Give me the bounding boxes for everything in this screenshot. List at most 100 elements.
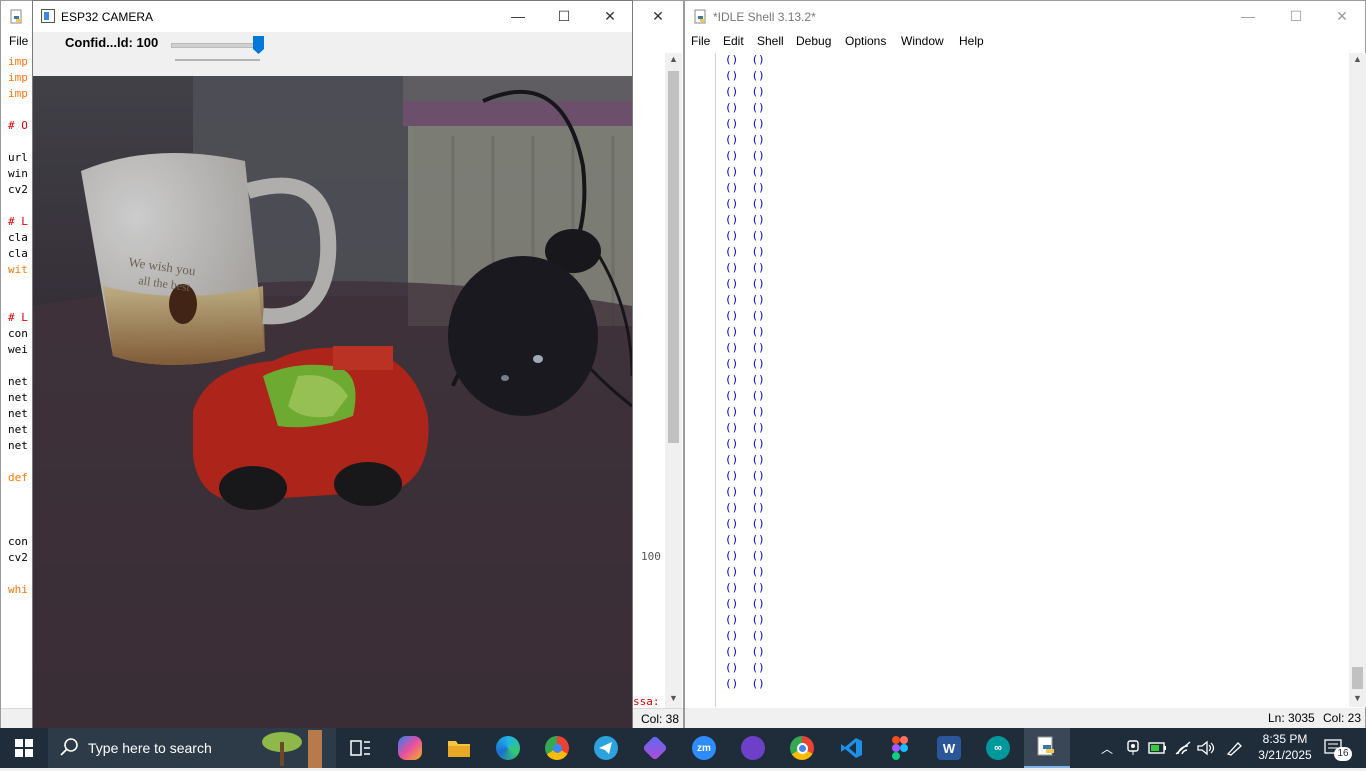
shell-scroll-thumb[interactable] xyxy=(1352,667,1363,689)
editor-text-fragment-bottom: ssa: xyxy=(633,695,660,708)
code-line: con xyxy=(8,327,28,340)
shell-output-line: () () xyxy=(725,261,765,274)
menu-help[interactable]: Help xyxy=(959,34,984,48)
trackbar-track[interactable] xyxy=(171,43,263,48)
code-line: cla xyxy=(8,247,28,260)
shell-output-line: () () xyxy=(725,229,765,242)
file-explorer-icon[interactable] xyxy=(439,733,479,763)
window-app-icon xyxy=(41,9,55,26)
github-desktop-icon[interactable] xyxy=(733,733,773,763)
shell-output-line: () () xyxy=(725,517,765,530)
copilot-icon[interactable] xyxy=(390,733,430,763)
zoom-icon[interactable]: zm xyxy=(684,733,724,763)
taskbar: Type here to search zm W ∞ ︿ 8:35 PM 3/2… xyxy=(0,728,1366,768)
vscode-icon[interactable] xyxy=(831,733,871,763)
code-line: wei xyxy=(8,343,28,356)
shell-output-line: () () xyxy=(725,629,765,642)
code-line: whi xyxy=(8,583,28,596)
shell-output-line: () () xyxy=(725,485,765,498)
shell-output-line: () () xyxy=(725,373,765,386)
telegram-icon[interactable] xyxy=(586,733,626,763)
code-line: # L xyxy=(8,311,28,324)
shell-output-line: () () xyxy=(725,357,765,370)
task-view-icon[interactable] xyxy=(340,733,380,763)
editor-menu-file[interactable]: File xyxy=(9,34,28,48)
editor-scroll-thumb[interactable] xyxy=(668,71,679,443)
edge-icon[interactable] xyxy=(488,733,528,763)
chrome-icon[interactable] xyxy=(782,733,822,763)
windows-start-button[interactable] xyxy=(4,733,44,763)
menu-options[interactable]: Options xyxy=(845,34,886,48)
shell-output-line: () () xyxy=(725,69,765,82)
scroll-up-arrow-icon[interactable]: ▲ xyxy=(669,54,678,64)
webcam-icon[interactable] xyxy=(1126,740,1140,759)
shell-output-line: () () xyxy=(725,277,765,290)
shell-output-area[interactable]: () () () () () () () () () () () () () () () ()… xyxy=(717,53,1347,707)
shell-output-line: () () xyxy=(725,501,765,514)
shell-output-line: () () xyxy=(725,213,765,226)
menu-edit[interactable]: Edit xyxy=(723,34,744,48)
maximize-button[interactable]: ☐ xyxy=(541,1,587,31)
scroll-down-arrow-icon[interactable]: ▼ xyxy=(1353,693,1362,703)
shell-status-line: Ln: 3035 xyxy=(1268,711,1315,725)
shell-vertical-scrollbar[interactable] xyxy=(1349,53,1366,707)
code-line: net xyxy=(8,391,28,404)
python-idle-icon xyxy=(693,9,709,28)
shell-titlebar[interactable]: *IDLE Shell 3.13.2* — ☐ ✕ xyxy=(685,1,1365,31)
shell-output-line: () () xyxy=(725,53,765,66)
shell-output-line: () () xyxy=(725,533,765,546)
trackbar-scale xyxy=(175,59,260,61)
system-clock[interactable]: 8:35 PM 3/21/2025 xyxy=(1254,731,1316,763)
shell-close-button[interactable]: ✕ xyxy=(1319,1,1365,31)
code-line: imp xyxy=(8,87,28,100)
shell-maximize-button[interactable]: ☐ xyxy=(1273,1,1319,31)
python-idle-taskbar-icon[interactable] xyxy=(1024,728,1070,768)
volume-icon[interactable] xyxy=(1197,740,1215,759)
clock-date: 3/21/2025 xyxy=(1258,748,1312,762)
shell-output-line: () () xyxy=(725,165,765,178)
code-line: imp xyxy=(8,55,28,68)
scroll-up-arrow-icon[interactable]: ▲ xyxy=(1353,54,1362,64)
shell-output-line: () () xyxy=(725,597,765,610)
word-icon[interactable]: W xyxy=(929,733,969,763)
menu-window[interactable]: Window xyxy=(901,34,944,48)
scroll-down-arrow-icon[interactable]: ▼ xyxy=(669,693,678,703)
menu-file[interactable]: File xyxy=(691,34,710,48)
pen-icon[interactable] xyxy=(1225,740,1243,759)
chevron-up-icon[interactable]: ︿ xyxy=(1101,740,1113,757)
camera-window-title: ESP32 CAMERA xyxy=(61,10,154,24)
idle-shell-window[interactable]: *IDLE Shell 3.13.2* — ☐ ✕ File Edit Shel… xyxy=(684,0,1366,728)
arduino-icon[interactable]: ∞ xyxy=(978,733,1018,763)
code-line: imp xyxy=(8,71,28,84)
shell-output-line: () () xyxy=(725,133,765,146)
menu-shell[interactable]: Shell xyxy=(757,34,784,48)
figma-icon[interactable] xyxy=(880,733,920,763)
close-button[interactable]: ✕ xyxy=(587,1,633,31)
editor-close-button[interactable]: ✕ xyxy=(635,1,681,31)
shell-gutter xyxy=(685,53,716,707)
confidence-trackbar-panel: Confid...ld: 100 xyxy=(33,32,632,75)
shell-output-line: () () xyxy=(725,181,765,194)
battery-icon[interactable] xyxy=(1148,741,1168,758)
shell-output-line: () () xyxy=(725,613,765,626)
camera-feed-image: We wish you all the best xyxy=(33,76,632,728)
code-line: net xyxy=(8,423,28,436)
menu-debug[interactable]: Debug xyxy=(796,34,831,48)
shell-output-line: () () xyxy=(725,309,765,322)
code-line: # O xyxy=(8,119,28,132)
chrome-profile-icon[interactable] xyxy=(537,733,577,763)
camera-window[interactable]: ESP32 CAMERA — ☐ ✕ Confid...ld: 100 We w… xyxy=(32,0,633,728)
shell-output-line: () () xyxy=(725,85,765,98)
code-line: cv2 xyxy=(8,551,28,564)
shell-output-line: () () xyxy=(725,405,765,418)
wifi-icon[interactable] xyxy=(1174,740,1192,759)
taskbar-search-box[interactable]: Type here to search xyxy=(48,728,336,768)
trackbar-thumb[interactable] xyxy=(253,36,264,54)
code-line: net xyxy=(8,375,28,388)
trackbar-label: Confid...ld: 100 xyxy=(65,35,159,50)
shell-statusbar: Ln: 3035 Col: 23 xyxy=(685,708,1365,728)
designer-icon[interactable] xyxy=(635,733,675,763)
shell-minimize-button[interactable]: — xyxy=(1225,1,1271,31)
minimize-button[interactable]: — xyxy=(495,1,541,31)
camera-titlebar[interactable]: ESP32 CAMERA — ☐ ✕ xyxy=(33,1,632,32)
